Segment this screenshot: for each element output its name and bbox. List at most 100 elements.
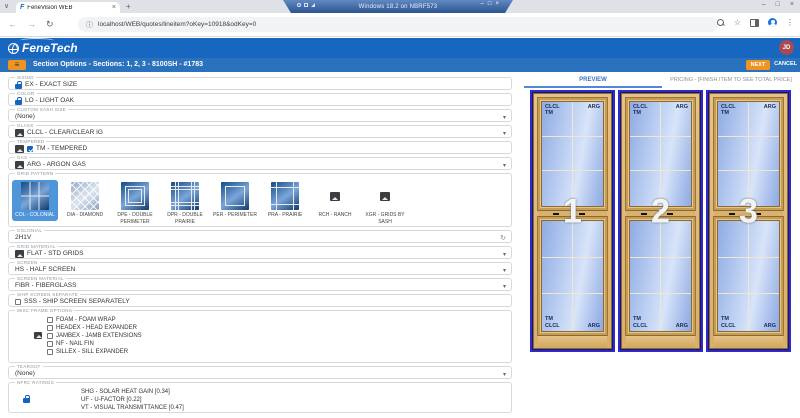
option-image-icon[interactable]: [34, 332, 42, 339]
reload-button[interactable]: ↻: [46, 19, 54, 30]
chevron-down-icon[interactable]: ▾: [503, 162, 506, 169]
window-sill: [538, 335, 607, 348]
nail-fin-checkbox[interactable]: [47, 341, 53, 347]
field-grid-material[interactable]: GRID MATERIAL FLAT - STD GRIDS ▾: [8, 244, 512, 259]
option-image-icon[interactable]: [15, 249, 24, 258]
prairie-pattern-image: [271, 182, 299, 210]
browser-tab[interactable]: F FeneVision WEB ×: [16, 2, 120, 13]
tile-prairie[interactable]: PRA - PRAIRIE: [262, 180, 308, 221]
tile-grids-by-sash[interactable]: XGR - GRIDS BY SASH: [362, 180, 408, 228]
profile-icon[interactable]: [768, 18, 777, 27]
field-screen[interactable]: SCREEN HS - HALF SCREEN ▾: [8, 260, 512, 275]
window-maximize-button[interactable]: □: [776, 1, 780, 8]
search-icon[interactable]: [716, 18, 725, 27]
lock-icon: [15, 80, 22, 89]
field-custom-sash-size-label: CUSTOM SASH SIZE: [15, 107, 68, 112]
field-gas[interactable]: GAS ARG - ARGON GAS ▾: [8, 155, 512, 170]
vm-minimize-button[interactable]: –: [481, 1, 484, 7]
option-image-icon[interactable]: [15, 160, 24, 169]
tab-preview[interactable]: PREVIEW: [524, 72, 662, 88]
tab-pricing[interactable]: PRICING - [FINISH ITEM TO SEE TOTAL PRIC…: [662, 72, 800, 88]
chevron-down-icon[interactable]: ▾: [503, 251, 506, 258]
vm-pin-icon[interactable]: [297, 3, 301, 7]
section-options-bar: ≡ Section Options - Sections: 1, 2, 3 - …: [0, 58, 800, 72]
nfrc-vt-line: VT - VISUAL TRANSMITTANCE [0.47]: [81, 405, 184, 411]
site-info-icon[interactable]: ⓘ: [86, 20, 93, 30]
field-glass-value: CLCL - CLEAR/CLEAR IG: [27, 129, 103, 136]
user-avatar[interactable]: JD: [779, 40, 794, 55]
menu-kebab-icon[interactable]: ⋮: [786, 18, 794, 27]
vm-close-button[interactable]: ×: [495, 1, 499, 7]
screen: ∨ F FeneVision WEB × + Windows 18.2 on N…: [0, 0, 800, 418]
tile-ranch[interactable]: RCH - RANCH: [312, 180, 358, 221]
option-image-icon[interactable]: [15, 128, 24, 137]
top-sash-glass: CLCL TM ARG: [717, 101, 780, 207]
glass-label: CLCL TM: [633, 104, 648, 117]
side-panel-icon[interactable]: [750, 18, 759, 27]
address-bar[interactable]: ⓘ localhost/WEB/quotes/lineitem?oKey=109…: [78, 17, 718, 32]
image-placeholder-icon: [380, 191, 390, 201]
field-screen-material[interactable]: SCREEN MATERIAL FIBR - FIBERGLASS ▾: [8, 276, 512, 291]
field-glass[interactable]: GLASS CLCL - CLEAR/CLEAR IG ▾: [8, 123, 512, 138]
url-text[interactable]: localhost/WEB/quotes/lineitem?oKey=10918…: [98, 21, 256, 28]
field-screen-label: SCREEN: [15, 260, 40, 265]
vm-lock-icon[interactable]: [304, 3, 308, 7]
field-color: COLOR LO - LIGHT OAK: [8, 91, 512, 106]
top-sash-glass: CLCL TM ARG: [541, 101, 604, 207]
field-misc-frame-options: MISC FRAME OPTIONS FOAM - FOAM WRAP HEAD…: [8, 308, 512, 363]
field-grid-pattern-label: GRID PATTERN: [15, 171, 56, 176]
tab-close-icon[interactable]: ×: [112, 4, 116, 11]
field-tearout[interactable]: TEAROUT (None) ▾: [8, 364, 512, 379]
app-header: FeneTech JD: [0, 38, 800, 58]
vm-titlebar[interactable]: Windows 18.2 on NBRF573 – □ ×: [283, 0, 513, 13]
chevron-down-icon[interactable]: ▾: [503, 114, 506, 121]
ship-screen-separately-option: SSS - SHIP SCREEN SEPARATELY: [24, 298, 130, 305]
chevron-down-icon[interactable]: ▾: [503, 130, 506, 137]
tile-perimeter[interactable]: PER - PERIMETER: [212, 180, 258, 221]
ship-screen-separately-checkbox[interactable]: [15, 298, 21, 305]
preview-window-2[interactable]: CLCL TM ARG TM CLCL ARG 2: [618, 90, 703, 352]
jambex-checkbox[interactable]: [47, 333, 53, 339]
field-sizing-value: EX - EXACT SIZE: [25, 81, 78, 88]
section-number: 1: [563, 192, 582, 231]
sillex-checkbox[interactable]: [47, 349, 53, 355]
nfrc-uf-line: UF - U-FACTOR [0.22]: [81, 397, 142, 403]
field-custom-sash-size[interactable]: CUSTOM SASH SIZE (None) ▾: [8, 107, 512, 122]
preview-tabs: PREVIEW PRICING - [FINISH ITEM TO SEE TO…: [524, 72, 800, 88]
new-tab-button[interactable]: +: [126, 2, 131, 11]
field-colonial-value[interactable]: 2H1V: [15, 234, 31, 241]
chevron-down-icon[interactable]: ▾: [503, 267, 506, 274]
bookmark-star-icon[interactable]: ☆: [734, 18, 741, 27]
tile-colonial[interactable]: COL - COLONIAL: [12, 180, 58, 221]
field-colonial[interactable]: COLONIAL 2H1V ↻: [8, 228, 512, 243]
window-close-button[interactable]: ×: [790, 1, 794, 8]
chevron-down-icon[interactable]: ▾: [503, 371, 506, 378]
next-button[interactable]: NEXT: [746, 60, 770, 70]
cancel-button[interactable]: CANCEL: [774, 61, 797, 67]
back-button[interactable]: ←: [8, 19, 17, 30]
tile-double-perimeter[interactable]: DPE - DOUBLE PERIMETER: [112, 180, 158, 228]
tempered-checkbox[interactable]: [27, 145, 33, 152]
glass-label: ARG: [675, 104, 688, 110]
chevron-down-icon[interactable]: ▾: [503, 283, 506, 290]
forward-button[interactable]: →: [27, 19, 36, 30]
preview-window-1[interactable]: CLCL TM ARG TM CLCL ARG 1: [530, 90, 615, 352]
misc-option-row: SILLEX - SILL EXPANDER: [47, 348, 511, 356]
foam-checkbox[interactable]: [47, 317, 53, 323]
hamburger-menu-button[interactable]: ≡: [8, 60, 26, 70]
window-minimize-button[interactable]: –: [762, 1, 766, 8]
option-image-icon[interactable]: [15, 144, 24, 153]
preview-window-3[interactable]: CLCL TM ARG TM CLCL ARG 3: [706, 90, 791, 352]
refresh-icon[interactable]: ↻: [500, 234, 506, 242]
field-color-label: COLOR: [15, 91, 37, 96]
tile-diamond[interactable]: DIA - DIAMOND: [62, 180, 108, 221]
tile-double-prairie[interactable]: DPR - DOUBLE PRAIRIE: [162, 180, 208, 228]
vm-restore-button[interactable]: □: [488, 1, 492, 7]
headex-checkbox[interactable]: [47, 325, 53, 331]
browser-toolbar: ← → ↻ ⓘ localhost/WEB/quotes/lineitem?oK…: [0, 13, 800, 37]
window-sill: [626, 335, 695, 348]
diamond-pattern-image: [71, 182, 99, 210]
browser-tab-strip: ∨ F FeneVision WEB × + Windows 18.2 on N…: [0, 0, 800, 13]
bottom-sash-glass: TM CLCL ARG: [541, 220, 604, 332]
tab-search-chevron-icon[interactable]: ∨: [4, 2, 9, 10]
